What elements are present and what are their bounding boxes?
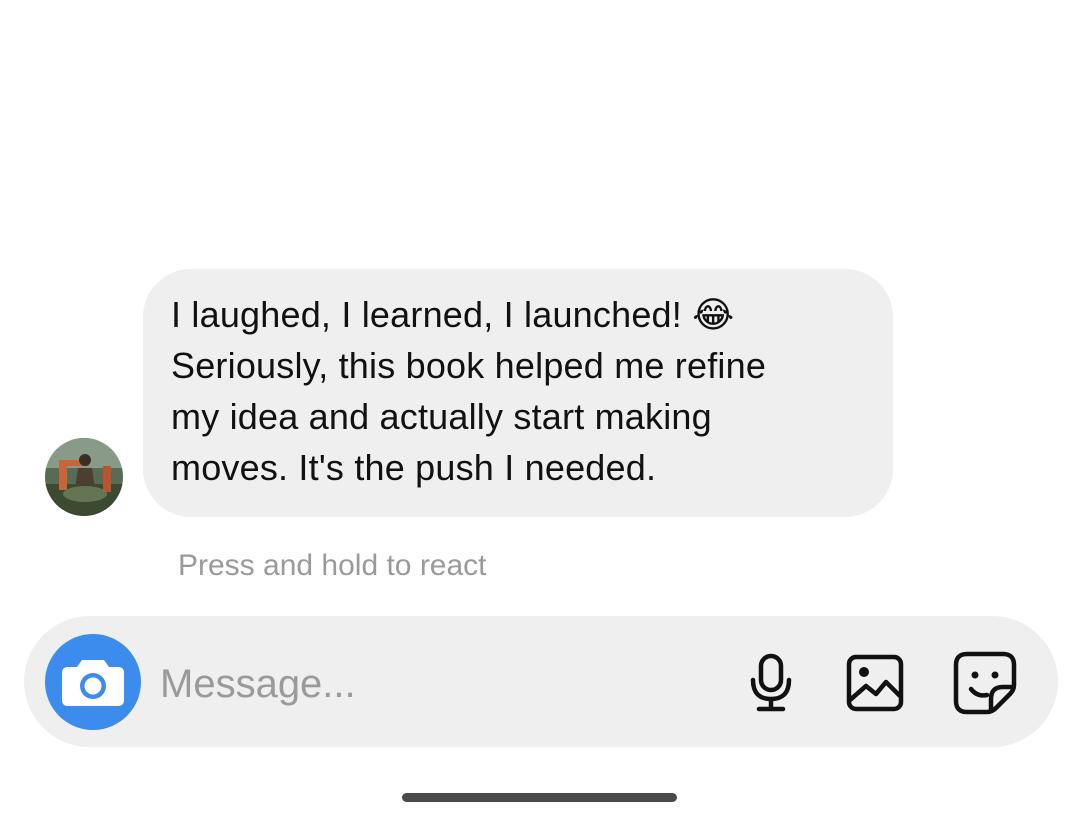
camera-icon [62, 660, 124, 706]
home-indicator[interactable] [402, 793, 677, 802]
microphone-icon [750, 653, 792, 712]
camera-button[interactable] [45, 634, 141, 730]
sticker-icon [953, 651, 1017, 715]
message-input[interactable] [160, 656, 720, 712]
microphone-button[interactable] [738, 650, 804, 716]
sticker-button[interactable] [952, 650, 1018, 716]
react-hint: Press and hold to react [178, 549, 487, 582]
sender-avatar[interactable] [45, 438, 123, 516]
message-bubble[interactable]: I laughed, I learned, I launched! 😂 Seri… [143, 269, 893, 517]
message-text: I laughed, I learned, I launched! 😂 Seri… [171, 294, 767, 488]
avatar-image [45, 438, 123, 516]
gallery-icon [846, 654, 904, 712]
gallery-button[interactable] [842, 650, 908, 716]
message-composer [24, 616, 1058, 747]
